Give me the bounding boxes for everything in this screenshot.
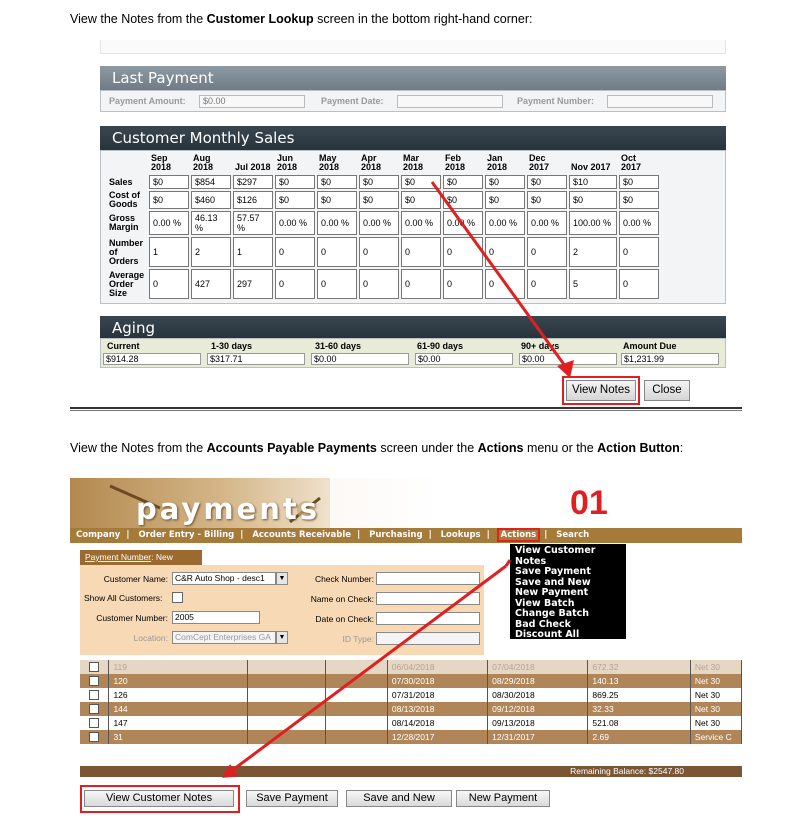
customer-lookup-screenshot: Last Payment Payment Amount: $0.00 Payme… bbox=[70, 40, 742, 412]
instruction-1: View the Notes from the Customer Lookup … bbox=[70, 12, 533, 26]
payments-screenshot: payments 01 Company | Order Entry - Billi… bbox=[70, 478, 743, 818]
instruction-2: View the Notes from the Accounts Payable… bbox=[70, 441, 684, 455]
red-arrow-1 bbox=[430, 181, 574, 378]
red-arrow-2 bbox=[222, 559, 512, 778]
